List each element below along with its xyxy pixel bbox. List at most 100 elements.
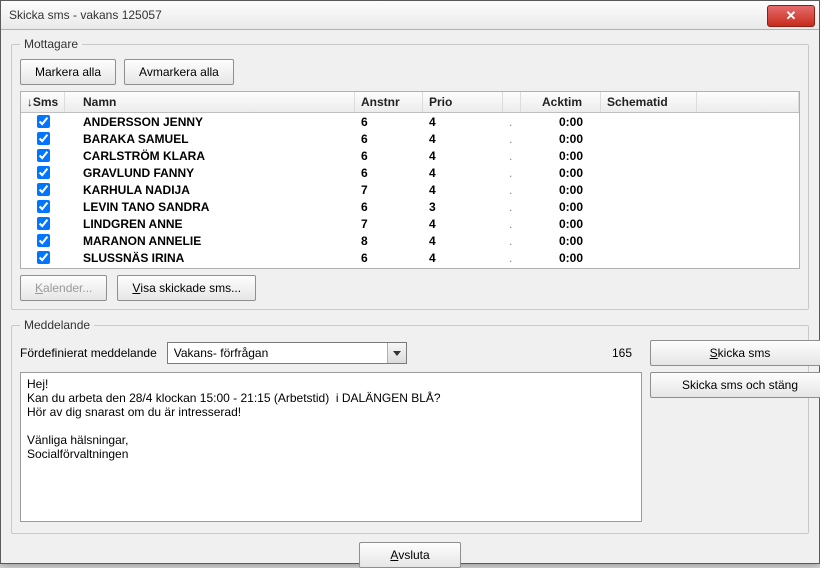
cell-schematid [601,198,697,215]
send-sms-button[interactable]: Skicka sms [650,340,820,366]
recipients-button-row: Markera alla Avmarkera alla [20,59,800,85]
cell-name: BARAKA SAMUEL [65,130,355,147]
col-anstnr[interactable]: Anstnr [355,92,423,112]
cell-anstnr: 6 [355,147,423,164]
row-checkbox[interactable] [37,183,50,196]
row-checkbox[interactable] [37,149,50,162]
cell-anstnr: 7 [355,215,423,232]
cell-gap: . [503,232,521,249]
predefined-combo-input[interactable] [167,342,407,364]
cell-sms[interactable] [21,232,65,249]
cell-schematid [601,181,697,198]
col-schematid[interactable]: Schematid [601,92,697,112]
send-sms-and-close-button[interactable]: Skicka sms och stäng [650,372,820,398]
cell-anstnr: 6 [355,249,423,266]
cell-anstnr: 6 [355,113,423,130]
row-checkbox[interactable] [37,166,50,179]
row-checkbox[interactable] [37,234,50,247]
footer: Avsluta [11,542,809,568]
cell-name: MARANON ANNELIE [65,232,355,249]
table-body[interactable]: ANDERSSON JENNY64.0:00BARAKA SAMUEL64.0:… [21,113,799,268]
cell-prio: 3 [423,198,503,215]
table-row[interactable]: KARHULA NADIJA74.0:00 [21,181,799,198]
table-row[interactable]: LEVIN TANO SANDRA63.0:00 [21,198,799,215]
cell-anstnr: 7 [355,181,423,198]
cell-schematid [601,130,697,147]
message-legend: Meddelande [20,318,94,332]
recipients-legend: Mottagare [20,37,82,51]
row-checkbox[interactable] [37,132,50,145]
cell-acktim: 0:00 [521,164,601,181]
cell-sms[interactable] [21,215,65,232]
cell-sms[interactable] [21,113,65,130]
cell-sms[interactable] [21,130,65,147]
cell-name: LINDGREN ANNE [65,215,355,232]
message-textarea[interactable] [20,372,642,522]
cell-sms[interactable] [21,249,65,266]
cell-prio: 4 [423,232,503,249]
cell-anstnr: 6 [355,130,423,147]
select-all-button[interactable]: Markera alla [20,59,116,85]
dialog-window: Skicka sms - vakans 125057 ✕ Mottagare M… [0,0,820,564]
row-checkbox[interactable] [37,115,50,128]
table-row[interactable]: CARLSTRÖM KLARA64.0:00 [21,147,799,164]
table-row[interactable]: BARAKA SAMUEL64.0:00 [21,130,799,147]
cell-gap: . [503,130,521,147]
cell-schematid [601,249,697,266]
cell-anstnr: 6 [355,164,423,181]
close-icon: ✕ [786,8,797,24]
predefined-combo-button[interactable] [387,343,406,363]
row-checkbox[interactable] [37,217,50,230]
cell-sms[interactable] [21,164,65,181]
cell-gap: . [503,164,521,181]
cell-prio: 4 [423,164,503,181]
cell-name: ANDERSSON JENNY [65,113,355,130]
message-side-buttons: Skicka sms och stäng [650,372,800,525]
calendar-button[interactable]: Kalender... [20,275,107,301]
cell-acktim: 0:00 [521,113,601,130]
row-checkbox[interactable] [37,251,50,264]
close-button[interactable]: ✕ [767,5,815,27]
cell-name: SLUSSNÄS IRINA [65,249,355,266]
cell-anstnr: 8 [355,232,423,249]
cell-sms[interactable] [21,147,65,164]
cell-schematid [601,215,697,232]
table-row[interactable]: SLUSSNÄS IRINA64.0:00 [21,249,799,266]
close-dialog-button[interactable]: Avsluta [359,542,460,568]
cell-schematid [601,164,697,181]
show-sent-sms-button[interactable]: Visa skickade sms... [117,275,256,301]
table-row[interactable]: MARANON ANNELIE84.0:00 [21,232,799,249]
char-count: 165 [612,346,632,360]
message-group: Meddelande Fördefinierat meddelande 165 … [11,318,809,534]
cell-gap: . [503,181,521,198]
cell-sms[interactable] [21,198,65,215]
cell-gap: . [503,147,521,164]
deselect-all-button[interactable]: Avmarkera alla [124,59,234,85]
table-row[interactable]: LINDGREN ANNE74.0:00 [21,215,799,232]
cell-schematid [601,232,697,249]
cell-acktim: 0:00 [521,181,601,198]
recipients-group: Mottagare Markera alla Avmarkera alla ↓S… [11,37,809,310]
predefined-combo[interactable] [167,342,407,364]
col-gap[interactable] [503,92,521,112]
cell-gap: . [503,249,521,266]
cell-anstnr: 6 [355,198,423,215]
cell-sms[interactable] [21,181,65,198]
table-row[interactable]: GRAVLUND FANNY64.0:00 [21,164,799,181]
message-body-row: Skicka sms och stäng [20,372,800,525]
cell-prio: 4 [423,130,503,147]
cell-prio: 4 [423,249,503,266]
predefined-label: Fördefinierat meddelande [20,346,157,360]
col-sms[interactable]: ↓Sms [21,92,65,112]
recipients-below-row: Kalender... Visa skickade sms... [20,275,800,301]
table-header: ↓Sms Namn Anstnr Prio Acktim Schematid [21,92,799,113]
row-checkbox[interactable] [37,200,50,213]
cell-schematid [601,147,697,164]
message-top-row: Fördefinierat meddelande 165 Skicka sms [20,340,800,366]
cell-gap: . [503,215,521,232]
table-row[interactable]: ANDERSSON JENNY64.0:00 [21,113,799,130]
col-prio[interactable]: Prio [423,92,503,112]
col-name[interactable]: Namn [65,92,355,112]
titlebar: Skicka sms - vakans 125057 ✕ [1,1,819,30]
col-acktim[interactable]: Acktim [521,92,601,112]
